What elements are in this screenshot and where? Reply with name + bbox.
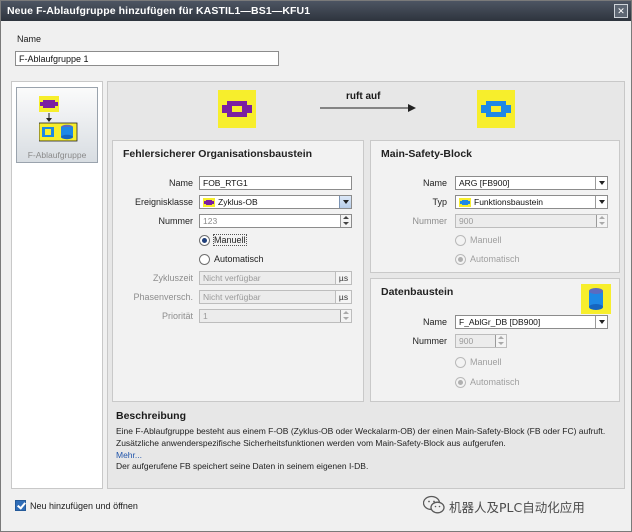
priority-label: Priorität xyxy=(161,311,193,321)
fob-auto-label: Automatisch xyxy=(214,254,264,264)
msb-number-input[interactable]: 900 xyxy=(455,214,608,228)
msb-manual-label: Manuell xyxy=(470,235,502,245)
group-name-input[interactable] xyxy=(15,51,279,66)
db-auto-radio[interactable] xyxy=(455,377,466,388)
msb-type-value: Funktionsbaustein xyxy=(474,197,543,207)
cycle-time-value: Nicht verfügbar xyxy=(203,273,261,283)
msb-group-title: Main-Safety-Block xyxy=(381,148,473,160)
description-text-2: Der aufgerufene FB speichert seine Daten… xyxy=(116,461,369,471)
db-number-input[interactable]: 900 xyxy=(455,334,507,348)
ob-mini-icon xyxy=(203,198,215,208)
priority-stepper[interactable] xyxy=(340,310,351,322)
close-button[interactable]: ✕ xyxy=(614,4,628,18)
calls-label: ruft auf xyxy=(346,91,381,102)
db-name-value: F_AblGr_DB [DB900] xyxy=(459,317,541,327)
wechat-logo-icon xyxy=(423,495,445,514)
chevron-down-icon[interactable] xyxy=(595,316,607,328)
cycle-time-label: Zykluszeit xyxy=(152,273,193,283)
db-auto-label: Automatisch xyxy=(470,377,520,387)
db-number-value: 900 xyxy=(459,336,474,346)
fob-number-label: Nummer xyxy=(158,216,193,226)
fob-group-title: Fehlersicherer Organisationsbaustein xyxy=(123,148,313,160)
phase-shift-label: Phasenversch. xyxy=(133,292,193,302)
name-label: Name xyxy=(17,34,42,44)
description-title: Beschreibung xyxy=(116,410,187,422)
db-number-stepper[interactable] xyxy=(495,335,506,347)
add-f-runtime-group-dialog: Neue F-Ablaufgruppe hinzufügen für KASTI… xyxy=(0,0,632,532)
msb-manual-radio[interactable] xyxy=(455,235,466,246)
number-stepper[interactable] xyxy=(340,215,351,227)
block-type-list: F-Ablaufgruppe xyxy=(11,81,103,489)
fob-auto-radio[interactable] xyxy=(199,254,210,265)
properties-pane: ruft auf Fehlersicherer Organisationsbau… xyxy=(107,81,625,489)
description-text: Eine F-Ablaufgruppe besteht aus einem F-… xyxy=(116,426,606,448)
more-link[interactable]: Mehr... xyxy=(116,450,142,460)
fb-mini-icon xyxy=(459,198,471,208)
add-and-open-checkbox[interactable] xyxy=(15,500,26,511)
f-runtime-group-tile[interactable]: F-Ablaufgruppe xyxy=(16,87,98,163)
fob-number-input[interactable]: 123 xyxy=(199,214,352,228)
watermark: 机器人及PLC自动化应用 xyxy=(421,491,631,521)
db-name-input[interactable]: F_AblGr_DB [DB900] xyxy=(455,315,608,329)
fob-group: Fehlersicherer Organisationsbaustein Nam… xyxy=(112,140,364,402)
cycle-time-unit: µs xyxy=(335,272,351,284)
msb-name-value: ARG [FB900] xyxy=(459,178,510,188)
fb-icon xyxy=(477,90,515,128)
fob-name-label: Name xyxy=(168,178,193,188)
arrow-right-icon xyxy=(320,104,416,112)
fob-name-input[interactable]: FOB_RTG1 xyxy=(199,176,352,190)
event-class-value: Zyklus-OB xyxy=(218,197,258,207)
window-title: Neue F-Ablaufgruppe hinzufügen für KASTI… xyxy=(7,5,311,17)
f-runtime-group-icon xyxy=(39,96,78,142)
msb-type-label: Typ xyxy=(432,197,447,207)
chevron-down-icon[interactable] xyxy=(595,196,607,208)
msb-name-label: Name xyxy=(422,178,447,188)
msb-number-label: Nummer xyxy=(412,216,447,226)
msb-name-input[interactable]: ARG [FB900] xyxy=(455,176,608,190)
data-block-icon xyxy=(581,284,611,314)
msb-auto-radio[interactable] xyxy=(455,254,466,265)
db-manual-radio[interactable] xyxy=(455,357,466,368)
fob-manual-radio[interactable] xyxy=(199,235,210,246)
ob-icon xyxy=(218,90,256,128)
event-class-dropdown[interactable]: Zyklus-OB xyxy=(199,195,352,209)
db-number-label: Nummer xyxy=(412,336,447,346)
msb-type-dropdown[interactable]: Funktionsbaustein xyxy=(455,195,608,209)
phase-shift-unit: µs xyxy=(335,291,351,303)
phase-shift-input[interactable]: Nicht verfügbar µs xyxy=(199,290,352,304)
msb-number-stepper[interactable] xyxy=(596,215,607,227)
chevron-down-icon[interactable] xyxy=(595,177,607,189)
call-diagram: ruft auf xyxy=(108,82,624,140)
priority-input[interactable]: 1 xyxy=(199,309,352,323)
db-name-label: Name xyxy=(422,317,447,327)
add-and-open-label: Neu hinzufügen und öffnen xyxy=(30,501,138,511)
db-group-title: Datenbaustein xyxy=(381,286,454,298)
f-runtime-group-label: F-Ablaufgruppe xyxy=(27,150,87,160)
fob-number-value: 123 xyxy=(203,216,218,226)
chevron-down-icon[interactable] xyxy=(339,196,351,208)
cycle-time-input[interactable]: Nicht verfügbar µs xyxy=(199,271,352,285)
event-class-label: Ereignisklasse xyxy=(134,197,193,207)
data-block-group: Datenbaustein Name F_AblGr_DB [DB900] Nu… xyxy=(370,278,620,402)
watermark-text: 机器人及PLC自动化应用 xyxy=(449,500,585,515)
fob-manual-label: Manuell xyxy=(213,234,247,246)
msb-number-value: 900 xyxy=(459,216,474,226)
main-safety-block-group: Main-Safety-Block Name ARG [FB900] Typ F… xyxy=(370,140,620,273)
priority-value: 1 xyxy=(203,311,208,321)
msb-auto-label: Automatisch xyxy=(470,254,520,264)
title-bar: Neue F-Ablaufgruppe hinzufügen für KASTI… xyxy=(1,1,631,21)
db-manual-label: Manuell xyxy=(470,357,502,367)
phase-shift-value: Nicht verfügbar xyxy=(203,292,261,302)
